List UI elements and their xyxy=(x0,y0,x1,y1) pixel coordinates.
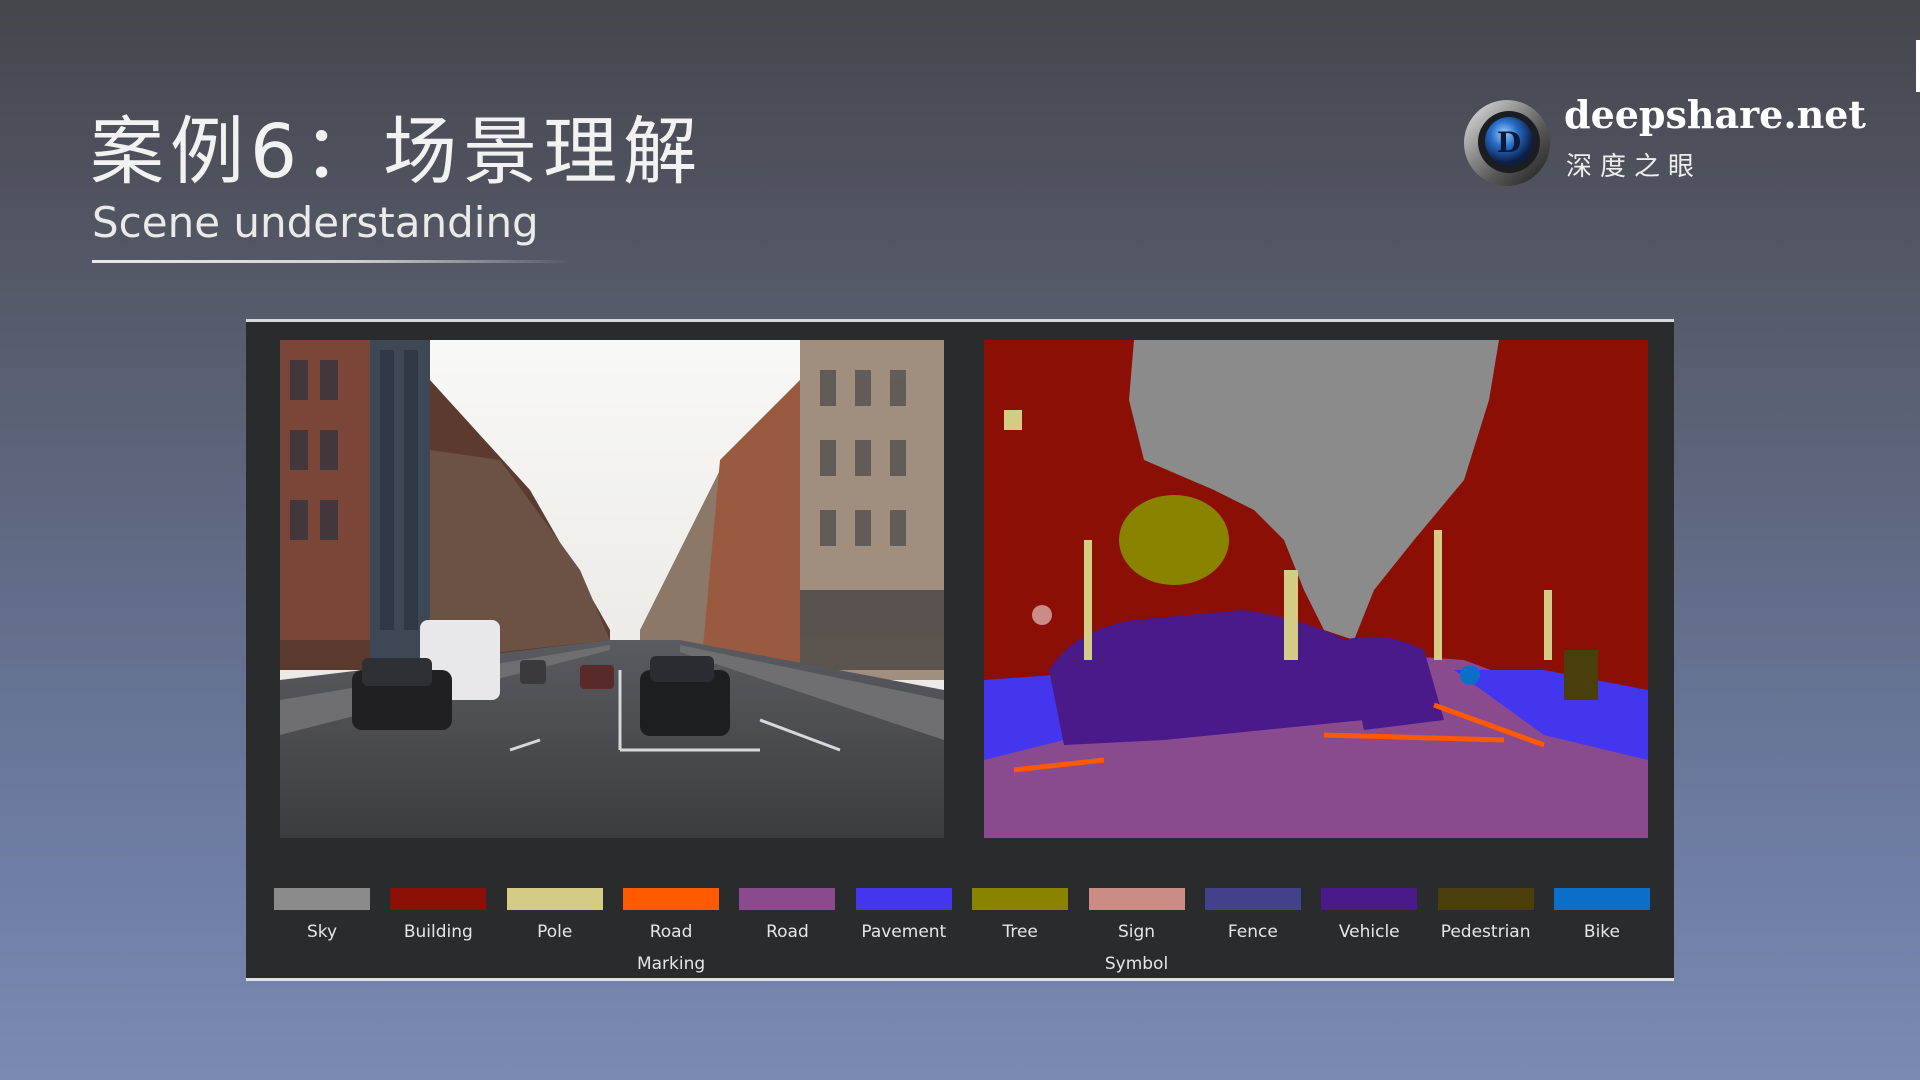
legend-label: Fence xyxy=(1227,922,1278,942)
legend-label: Vehicle xyxy=(1338,922,1400,942)
legend-item-sign-symbol: Sign Symbol xyxy=(1087,888,1187,980)
legend-label: Building xyxy=(403,922,473,942)
legend-label: Tree xyxy=(1002,922,1038,942)
deepshare-logo: D xyxy=(1464,100,1550,186)
legend-swatch xyxy=(1204,888,1301,910)
legend-item-building: Building xyxy=(388,888,488,980)
slide-subtitle: Scene understanding xyxy=(92,198,539,247)
legend-label: Road xyxy=(766,922,809,942)
brand-block: D deepshare.net 深度之眼 xyxy=(1462,92,1866,194)
legend-swatch xyxy=(1088,888,1185,910)
legend-swatch xyxy=(855,888,952,910)
legend-item-road: Road xyxy=(737,888,837,980)
edge-marker xyxy=(1916,40,1920,92)
legend-swatch xyxy=(1437,888,1534,910)
class-legend: Sky Building Pole Road Marking Road Pave… xyxy=(272,888,1652,980)
legend-swatch xyxy=(1321,888,1418,910)
legend-swatch xyxy=(274,888,370,910)
legend-label: Road Marking xyxy=(636,922,706,974)
legend-swatch xyxy=(739,888,836,910)
scene-figure-panel: Sky Building Pole Road Marking Road Pave… xyxy=(246,319,1674,981)
street-photo xyxy=(280,340,944,838)
legend-item-bike: Bike xyxy=(1552,888,1652,980)
legend-item-tree: Tree xyxy=(970,888,1070,980)
legend-item-fence: Fence xyxy=(1203,888,1303,980)
legend-label: Pole xyxy=(537,922,573,942)
legend-swatch xyxy=(506,888,603,910)
legend-item-road-marking: Road Marking xyxy=(621,888,721,980)
legend-swatch xyxy=(623,888,720,910)
legend-label: Pedestrian xyxy=(1440,922,1531,942)
legend-label: Sky xyxy=(306,922,338,942)
brand-tagline: 深度之眼 xyxy=(1566,152,1703,182)
legend-item-pedestrian: Pedestrian xyxy=(1436,888,1536,980)
brand-name: deepshare.net xyxy=(1564,92,1866,137)
legend-label: Pavement xyxy=(861,922,947,942)
legend-item-pavement: Pavement xyxy=(854,888,954,980)
title-underline xyxy=(92,260,572,263)
legend-item-sky: Sky xyxy=(272,888,372,980)
legend-swatch xyxy=(390,888,487,910)
svg-text:D: D xyxy=(1497,126,1521,159)
segmentation-map xyxy=(984,340,1648,838)
legend-swatch xyxy=(1553,888,1650,910)
legend-item-vehicle: Vehicle xyxy=(1319,888,1419,980)
slide-title: 案例6：场景理解 xyxy=(90,109,704,195)
legend-label: Bike xyxy=(1583,922,1620,942)
legend-swatch xyxy=(972,888,1069,910)
legend-label: Sign Symbol xyxy=(1104,922,1169,974)
legend-item-pole: Pole xyxy=(505,888,605,980)
